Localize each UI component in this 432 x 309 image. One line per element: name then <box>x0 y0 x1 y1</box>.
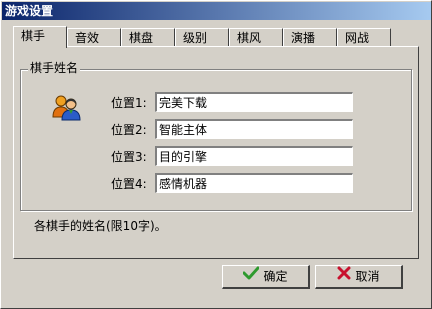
players-panel: 棋手姓名 位置1: 位置2: 位置3: 位置4: 各棋手的姓名(限10字)。 <box>13 46 419 259</box>
name-limit-hint: 各棋手的姓名(限10字)。 <box>34 219 167 233</box>
dialog-title: 游戏设置 <box>2 2 431 20</box>
cross-icon <box>337 266 351 286</box>
cancel-button-label: 取消 <box>355 269 380 284</box>
tab-replay[interactable]: 演播 <box>283 28 337 47</box>
group-title: 棋手姓名 <box>28 61 81 75</box>
tab-style[interactable]: 棋风 <box>229 28 283 47</box>
ok-button[interactable]: 确定 <box>222 265 310 289</box>
cancel-button[interactable]: 取消 <box>315 265 403 289</box>
position-2-label: 位置2: <box>111 123 147 137</box>
settings-dialog: 游戏设置 棋手 音效 棋盘 级别 棋风 演播 网战 棋手姓名 位置1: 位置2: <box>0 0 432 309</box>
position-3-name-input[interactable] <box>155 146 353 166</box>
tab-level[interactable]: 级别 <box>175 28 229 47</box>
position-4-label: 位置4: <box>111 177 147 191</box>
position-3-label: 位置3: <box>111 150 147 164</box>
tab-online[interactable]: 网战 <box>337 28 391 47</box>
ok-button-label: 确定 <box>263 269 288 284</box>
users-icon <box>49 93 83 121</box>
position-4-name-input[interactable] <box>155 173 353 193</box>
checkmark-icon <box>242 266 260 286</box>
position-1-label: 位置1: <box>111 96 147 110</box>
position-2-name-input[interactable] <box>155 119 353 139</box>
position-1-name-input[interactable] <box>155 92 353 112</box>
tab-sound[interactable]: 音效 <box>67 28 121 47</box>
tab-board[interactable]: 棋盘 <box>121 28 175 47</box>
tab-players[interactable]: 棋手 <box>13 26 67 48</box>
